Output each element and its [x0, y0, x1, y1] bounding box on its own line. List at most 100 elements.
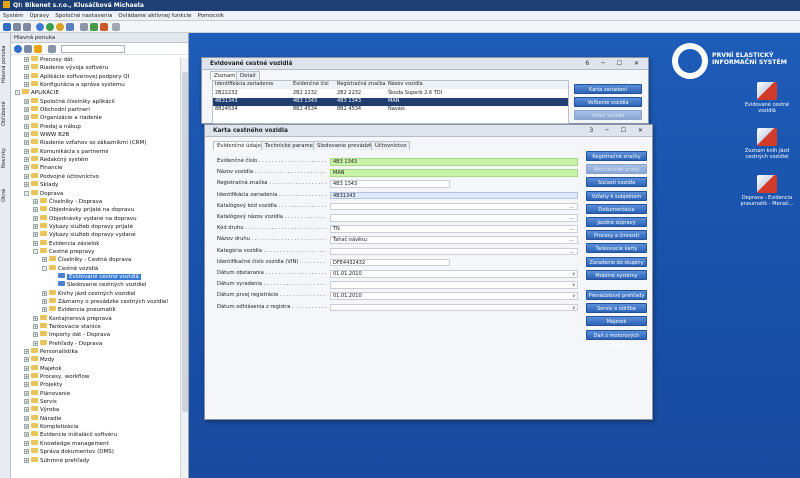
tree-item[interactable]: + Podvojné účtovníctvo: [11, 172, 187, 181]
expander-icon[interactable]: +: [24, 123, 29, 129]
expander-icon[interactable]: +: [24, 57, 29, 62]
tree-item[interactable]: + Evidencia zásielok: [11, 239, 187, 248]
list-icon[interactable]: [13, 23, 21, 31]
expander-icon[interactable]: +: [24, 440, 29, 446]
menu-item-0[interactable]: Systém: [0, 13, 27, 19]
field-input[interactable]: Ťahač návěsu...: [330, 236, 578, 244]
card-action-button[interactable]: Mechanické prvky: [586, 164, 647, 175]
field-input[interactable]: 4B3 1343: [330, 180, 450, 188]
scrollbar-thumb[interactable]: [182, 72, 188, 412]
expander-icon[interactable]: +: [24, 115, 29, 121]
tree-item[interactable]: + Redakčný systém: [11, 156, 187, 164]
card-action-button[interactable]: Mobilné systémy: [586, 269, 647, 280]
field-input[interactable]: TN...: [330, 225, 578, 233]
tree-item[interactable]: + Knowledge management: [11, 439, 187, 448]
card-tab[interactable]: Evidenčné údaje: [213, 141, 265, 150]
lookup-button[interactable]: ...: [569, 226, 574, 233]
tree-item[interactable]: + Aplikácie softvérovej podpory QI: [11, 72, 187, 81]
list-action-button[interactable]: Video vozidla: [574, 110, 642, 120]
expander-icon[interactable]: +: [24, 65, 29, 71]
tree-item[interactable]: + Riadenie vzťahov so zákazníkmi (CRM): [11, 139, 187, 147]
lookup-button[interactable]: ...: [569, 249, 574, 256]
expander-icon[interactable]: +: [24, 415, 29, 421]
expander-icon[interactable]: +: [33, 207, 38, 213]
window-controls[interactable]: 3 ─ ☐ ✕: [589, 125, 648, 137]
lookup-button[interactable]: ...: [569, 215, 574, 222]
tree-item[interactable]: + Financie: [11, 164, 187, 172]
tree-item[interactable]: + Objednávky prijaté na dopravu: [11, 206, 187, 214]
tree-item[interactable]: + Procesy, workflow: [11, 373, 187, 381]
expander-icon[interactable]: +: [24, 173, 29, 179]
field-input[interactable]: ...: [330, 247, 578, 256]
back-icon[interactable]: [3, 23, 11, 31]
card-action-button[interactable]: Zaradenie do skupiny: [586, 256, 647, 267]
settings-icon[interactable]: [66, 23, 74, 31]
expander-icon[interactable]: +: [24, 449, 29, 455]
tree-item[interactable]: + Sklady: [11, 181, 187, 189]
tree-item[interactable]: + Importy dát - Doprava: [11, 331, 187, 339]
tree-item[interactable]: + Evidencie inštalácií softvéru: [11, 431, 187, 439]
layout-icon[interactable]: [112, 23, 120, 31]
field-input[interactable]: v: [330, 303, 578, 312]
expander-icon[interactable]: +: [24, 73, 29, 79]
mail-icon[interactable]: [100, 23, 108, 31]
expander-icon[interactable]: +: [42, 298, 47, 304]
expander-icon[interactable]: +: [24, 365, 29, 371]
dropdown-arrow-icon[interactable]: v: [572, 305, 575, 312]
list-action-button[interactable]: Voľbenie vozidla: [574, 97, 642, 107]
card-action-button[interactable]: Jazdné súpravy: [586, 217, 647, 227]
expander-icon[interactable]: -: [42, 265, 47, 271]
tree-item[interactable]: + Prehľady - Doprava: [11, 339, 187, 348]
tab-list[interactable]: Zoznam: [210, 71, 240, 80]
card-action-button[interactable]: Vzťahy k subjektom: [586, 190, 647, 201]
window-controls[interactable]: 6 ─ ☐ ✕: [585, 58, 644, 70]
card-tab[interactable]: Účtovníctvo: [371, 141, 411, 150]
tree-item[interactable]: + Spoločné číselníky aplikácií: [11, 97, 187, 106]
expander-icon[interactable]: +: [24, 140, 29, 146]
expander-icon[interactable]: +: [24, 457, 29, 463]
tree-item[interactable]: + Výroba: [11, 406, 187, 414]
dropdown-arrow-icon[interactable]: v: [572, 271, 575, 278]
column-header[interactable]: Identifikácia zariadenia: [215, 81, 273, 89]
side-tab-news[interactable]: Novinky: [1, 141, 10, 175]
tree-item[interactable]: + Plánovanie: [11, 389, 187, 398]
expander-icon[interactable]: +: [24, 399, 29, 405]
expander-icon[interactable]: +: [33, 332, 38, 338]
nav-scrollbar[interactable]: [180, 58, 188, 478]
tree-item[interactable]: + Organizácie a riadenie: [11, 114, 187, 122]
side-tab-favorites[interactable]: Obľúbené: [1, 95, 10, 133]
expander-icon[interactable]: -: [24, 190, 29, 196]
field-input[interactable]: 4B3 1343: [330, 158, 578, 166]
tree-item[interactable]: + Záznamy o prevádzke cestných vozidiel: [11, 297, 187, 306]
lookup-button[interactable]: ...: [569, 237, 574, 244]
menu-item-3[interactable]: Ovládanie aktívnej funkcie: [115, 13, 194, 19]
tree-item[interactable]: + WWW B2B: [11, 131, 187, 139]
expander-icon[interactable]: +: [24, 424, 29, 430]
refresh-tree-icon[interactable]: [14, 45, 22, 53]
tree-item[interactable]: + Servis: [11, 398, 187, 406]
field-input[interactable]: DFE4432432: [330, 258, 450, 267]
card-action-button[interactable]: Tankovacie karty: [586, 243, 647, 254]
expander-icon[interactable]: +: [24, 82, 29, 88]
expander-icon[interactable]: +: [24, 407, 29, 413]
help-icon[interactable]: [36, 23, 44, 31]
menu-item-1[interactable]: Úpravy: [27, 13, 53, 19]
expander-icon[interactable]: +: [24, 349, 29, 355]
tree-item[interactable]: + Kontajnerová preprava: [11, 314, 187, 323]
tree-item[interactable]: + Evidencia pneumatík: [11, 306, 187, 314]
expander-icon[interactable]: +: [24, 182, 29, 188]
tree-item[interactable]: + Objednávky vydané na dopravu: [11, 214, 187, 223]
expander-icon[interactable]: +: [24, 165, 29, 171]
tree-item[interactable]: + Číselníky - Doprava: [11, 197, 187, 206]
tree-item[interactable]: + Výkazy služieb dopravy prijaté: [11, 222, 187, 231]
column-header[interactable]: Evidenčné čísl: [293, 81, 329, 89]
tree-item[interactable]: - Cestné vozidlá: [11, 264, 187, 273]
expander-icon[interactable]: +: [42, 257, 47, 263]
expander-icon[interactable]: +: [42, 307, 47, 313]
sort-icon[interactable]: [48, 45, 56, 53]
tree-item[interactable]: - Doprava: [11, 189, 187, 198]
card-action-button[interactable]: Súčasti vozidla: [586, 177, 647, 188]
expander-icon[interactable]: +: [42, 290, 47, 296]
expander-icon[interactable]: +: [33, 315, 38, 321]
menu-item-2[interactable]: Spoločné nastavenia: [52, 13, 115, 19]
